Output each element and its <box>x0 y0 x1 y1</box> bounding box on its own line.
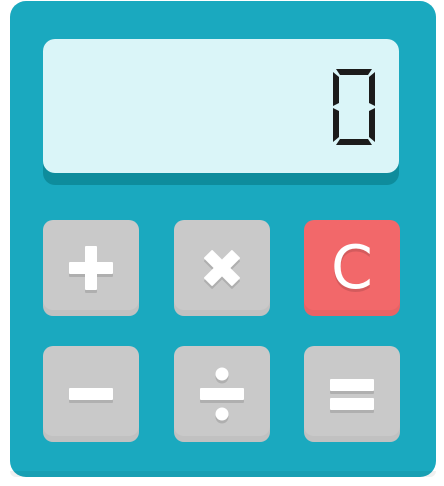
plus-button[interactable] <box>43 220 139 316</box>
calculator-body: 0 C <box>10 1 436 477</box>
divide-button[interactable] <box>174 346 270 442</box>
minus-icon <box>69 388 113 403</box>
plus-icon <box>69 246 113 293</box>
clear-icon: C <box>331 233 373 303</box>
clear-button[interactable]: C <box>304 220 400 316</box>
multiply-icon <box>204 250 240 289</box>
calculator-display: 0 <box>43 39 399 173</box>
equals-icon <box>330 379 374 413</box>
multiply-button[interactable] <box>174 220 270 316</box>
display-frame: 0 <box>43 39 399 185</box>
display-value: 0 <box>43 39 44 40</box>
equals-button[interactable] <box>304 346 400 442</box>
divide-icon <box>200 367 244 424</box>
display-digit <box>333 69 375 145</box>
minus-button[interactable] <box>43 346 139 442</box>
